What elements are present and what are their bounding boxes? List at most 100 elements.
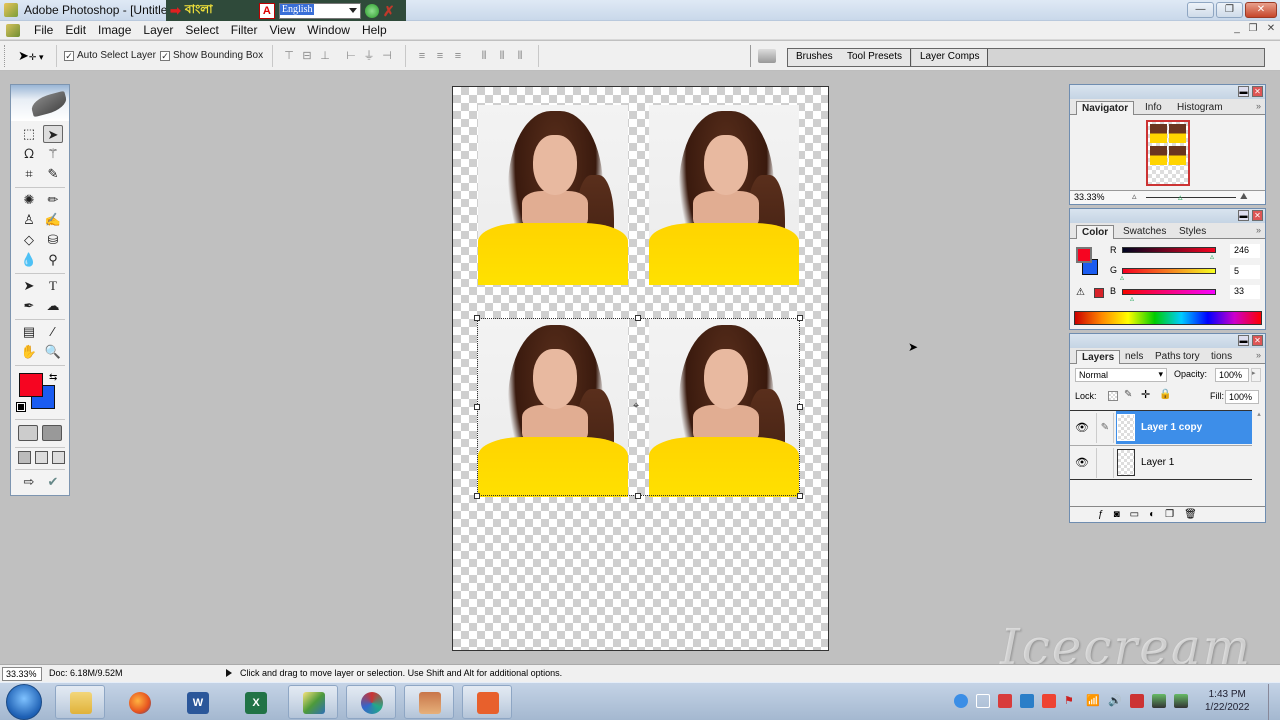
pen-tool-icon[interactable]: ✒ <box>19 297 39 315</box>
distribute-hcenter-icon[interactable]: ⫴ <box>496 50 508 62</box>
swap-colors-icon[interactable]: ⇆ <box>49 372 57 383</box>
restore-button[interactable]: ❐ <box>1216 2 1243 18</box>
align-left-icon[interactable]: ⊢ <box>345 50 357 62</box>
tab-tool-presets[interactable]: Tool Presets <box>839 49 912 66</box>
align-top-icon[interactable]: ⊤ <box>283 50 295 62</box>
red-value-input[interactable]: 246 <box>1230 244 1260 258</box>
tab-layers[interactable]: Layers <box>1076 350 1121 364</box>
options-bar-grip[interactable] <box>4 45 7 67</box>
menu-layer[interactable]: Layer <box>137 23 179 37</box>
tab-navigator[interactable]: Navigator <box>1076 101 1135 115</box>
zoom-slider-track[interactable] <box>1146 197 1236 198</box>
panel-close-button[interactable]: ✕ <box>1252 210 1263 221</box>
clone-stamp-tool-icon[interactable]: ♙ <box>19 211 39 229</box>
transform-handle[interactable] <box>474 315 480 321</box>
show-bounding-box-checkbox[interactable]: ✓ Show Bounding Box <box>160 50 263 61</box>
tab-history[interactable]: tory <box>1178 350 1205 364</box>
doc-minimize-button[interactable]: _ <box>1230 23 1244 36</box>
usb-device-icon[interactable] <box>1152 694 1166 708</box>
eraser-tool-icon[interactable]: ◇ <box>19 231 39 249</box>
blend-mode-select[interactable]: Normal ▾ <box>1075 368 1167 382</box>
fill-input[interactable]: 100% <box>1225 390 1259 404</box>
zoom-tool-icon[interactable]: 🔍 <box>43 343 63 361</box>
delete-layer-icon[interactable]: 🗑 <box>1184 509 1197 520</box>
panel-header[interactable]: ▬ ✕ <box>1070 85 1265 99</box>
path-selection-tool-icon[interactable]: ➤ <box>19 277 39 295</box>
standard-mode-icon[interactable] <box>18 425 38 441</box>
new-adjustment-layer-icon[interactable]: ◐ <box>1149 509 1155 520</box>
panel-close-button[interactable]: ✕ <box>1252 335 1263 346</box>
brush-tool-icon[interactable]: ✏ <box>43 191 63 209</box>
layer-row[interactable]: 👁 Layer 1 <box>1070 445 1252 480</box>
status-zoom-input[interactable]: 33.33% <box>2 667 42 681</box>
gamut-color-swatch[interactable] <box>1094 288 1104 298</box>
quick-mask-mode-icon[interactable] <box>42 425 62 441</box>
move-tool-icon[interactable]: ➤ <box>43 125 63 143</box>
add-layer-style-icon[interactable]: ƒ <box>1098 509 1104 520</box>
full-screen-menu-mode-icon[interactable] <box>35 451 48 464</box>
panel-menu-icon[interactable]: » <box>1256 101 1261 111</box>
foreground-color-swatch[interactable] <box>19 373 43 397</box>
visibility-eye-icon[interactable]: 👁 <box>1075 456 1089 469</box>
brush-link-icon[interactable]: ✎ <box>1096 413 1114 443</box>
panel-minimize-button[interactable]: ▬ <box>1238 335 1249 346</box>
tab-actions[interactable]: tions <box>1206 350 1237 364</box>
lock-transparency-icon[interactable] <box>1108 391 1118 401</box>
bangla-label[interactable]: বাংলা <box>185 1 255 21</box>
panel-minimize-button[interactable]: ▬ <box>1238 86 1249 97</box>
green-slider[interactable] <box>1122 268 1216 274</box>
panel-menu-icon[interactable]: » <box>1256 350 1261 360</box>
menu-select[interactable]: Select <box>179 23 224 37</box>
new-layer-icon[interactable]: ❐ <box>1165 509 1174 520</box>
lock-all-icon[interactable]: 🔒 <box>1159 389 1171 400</box>
minimize-button[interactable]: — <box>1187 2 1214 18</box>
healing-brush-tool-icon[interactable]: ✺ <box>19 191 39 209</box>
new-group-icon[interactable]: ▭ <box>1130 509 1139 520</box>
volume-icon[interactable]: 🔊 <box>1108 694 1122 708</box>
power-icon[interactable] <box>1130 694 1144 708</box>
taskbar-excel[interactable]: X <box>230 685 280 719</box>
close-button[interactable]: ✕ <box>1245 2 1277 18</box>
align-horizontal-center-icon[interactable]: ⏚ <box>363 50 375 62</box>
tray-camera-icon[interactable] <box>954 694 968 708</box>
tab-styles[interactable]: Styles <box>1174 225 1211 239</box>
zoom-in-icon[interactable]: ⛰ <box>1240 191 1248 202</box>
lasso-tool-icon[interactable]: ᘯ <box>19 145 39 163</box>
align-bottom-icon[interactable]: ⊥ <box>319 50 331 62</box>
taskbar-firefox[interactable] <box>114 685 164 719</box>
opacity-input[interactable]: 100% <box>1215 368 1249 382</box>
transform-handle[interactable] <box>797 493 803 499</box>
layer-row[interactable]: 👁 ✎ Layer 1 copy <box>1070 410 1252 445</box>
green-value-input[interactable]: 5 <box>1230 265 1260 279</box>
transform-handle[interactable] <box>797 315 803 321</box>
menu-edit[interactable]: Edit <box>59 23 92 37</box>
dodge-tool-icon[interactable]: ⚲ <box>43 251 63 269</box>
red-slider-thumb[interactable]: ▵ <box>1210 252 1214 261</box>
doc-close-button[interactable]: ✕ <box>1264 23 1278 36</box>
tab-channels[interactable]: nels <box>1120 350 1148 364</box>
layer-name[interactable]: Layer 1 <box>1141 457 1174 468</box>
distribute-right-icon[interactable]: ⫴ <box>514 50 526 62</box>
menu-filter[interactable]: Filter <box>225 23 264 37</box>
taskbar-file-explorer[interactable] <box>55 685 105 719</box>
blue-value-input[interactable]: 33 <box>1230 285 1260 299</box>
notes-tool-icon[interactable]: ▤ <box>19 323 39 341</box>
opacity-slider-button[interactable]: ▸ <box>1251 368 1261 382</box>
action-center-flag-icon[interactable]: ⚑ <box>1064 694 1078 708</box>
show-desktop-button[interactable] <box>1268 684 1280 720</box>
type-tool-icon[interactable]: T <box>43 277 63 295</box>
taskbar-portrait-app[interactable] <box>404 685 454 719</box>
transform-handle[interactable] <box>474 493 480 499</box>
clock[interactable]: 1:43 PM 1/22/2022 <box>1205 688 1250 714</box>
tray-recorder-icon[interactable] <box>1042 694 1056 708</box>
navigator-zoom-value[interactable]: 33.33% <box>1074 192 1105 202</box>
custom-shape-tool-icon[interactable]: ☁ <box>43 297 63 315</box>
add-layer-mask-icon[interactable]: ◙ <box>1114 509 1120 520</box>
layer-link-slot[interactable] <box>1096 448 1114 478</box>
panel-header[interactable]: ▬ ✕ <box>1070 334 1265 348</box>
file-browser-icon[interactable] <box>758 49 776 63</box>
blue-slider-thumb[interactable]: ▵ <box>1130 294 1134 303</box>
tab-info[interactable]: Info <box>1140 101 1167 115</box>
tab-color[interactable]: Color <box>1076 225 1115 239</box>
tab-histogram[interactable]: Histogram <box>1172 101 1228 115</box>
